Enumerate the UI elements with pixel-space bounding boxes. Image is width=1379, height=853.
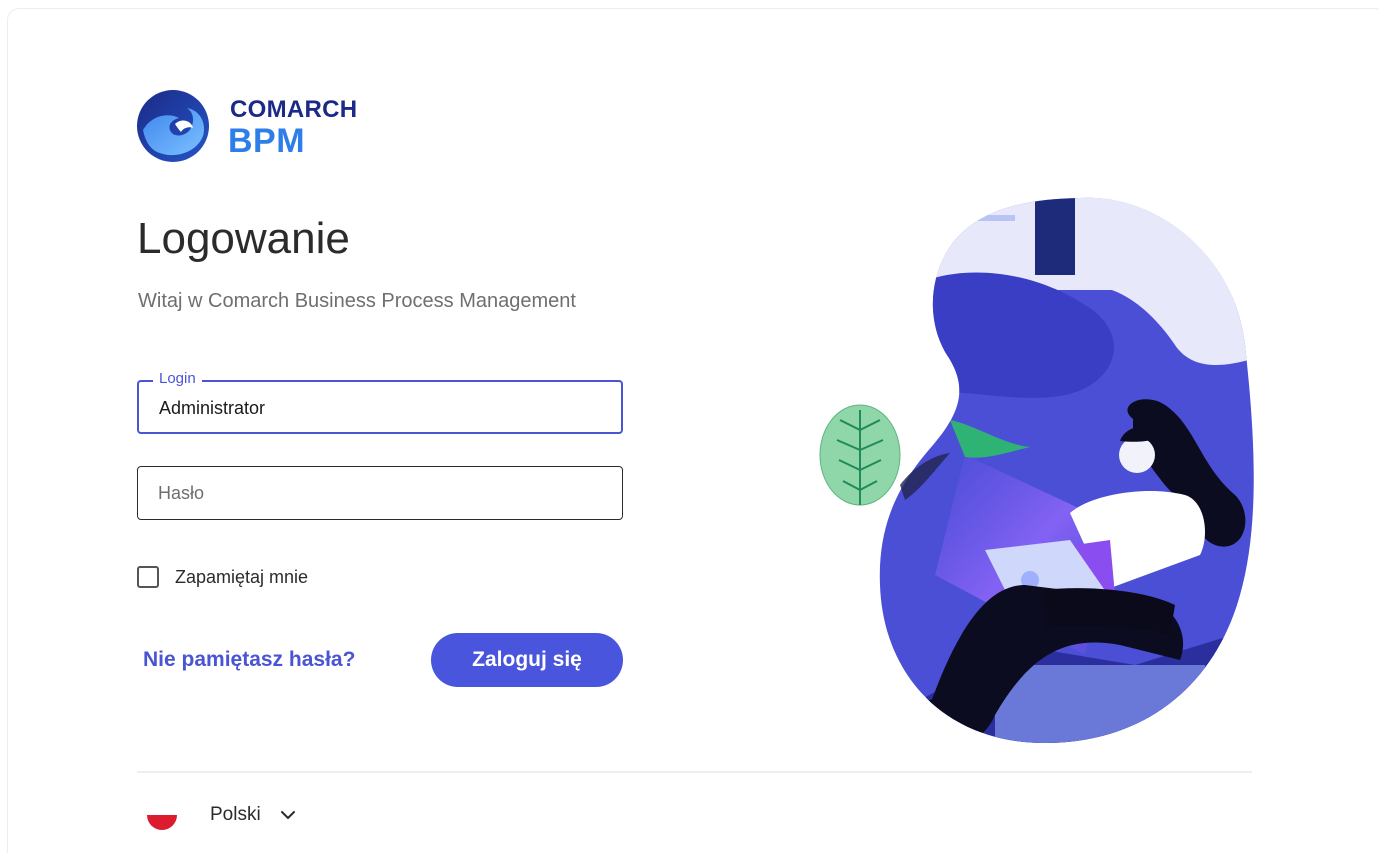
chevron-down-icon[interactable]	[279, 806, 297, 824]
page-title: Logowanie	[137, 214, 350, 263]
remember-me-checkbox[interactable]	[137, 566, 159, 588]
product-name: BPM	[228, 122, 306, 160]
page-subtitle: Witaj w Comarch Business Process Managem…	[138, 290, 576, 312]
language-label[interactable]: Polski	[210, 804, 261, 826]
comarch-logo-icon	[137, 90, 209, 162]
remember-me[interactable]: Zapamiętaj mnie	[137, 566, 308, 588]
comarch-bpm-logo: COMARCH BPM	[137, 90, 377, 164]
password-input[interactable]	[138, 467, 622, 519]
login-illustration	[819, 197, 1254, 744]
footer-divider	[137, 771, 1252, 773]
password-field[interactable]	[137, 466, 623, 520]
login-input[interactable]	[139, 382, 621, 432]
language-selector[interactable]: Polski	[147, 800, 297, 830]
brand-name: COMARCH	[230, 96, 358, 123]
remember-me-label[interactable]: Zapamiętaj mnie	[175, 567, 308, 588]
flag-poland-icon	[147, 800, 177, 830]
forgot-password-link[interactable]: Nie pamiętasz hasła?	[143, 648, 355, 672]
login-field[interactable]: Login	[137, 370, 623, 434]
login-button[interactable]: Zaloguj się	[431, 633, 623, 687]
